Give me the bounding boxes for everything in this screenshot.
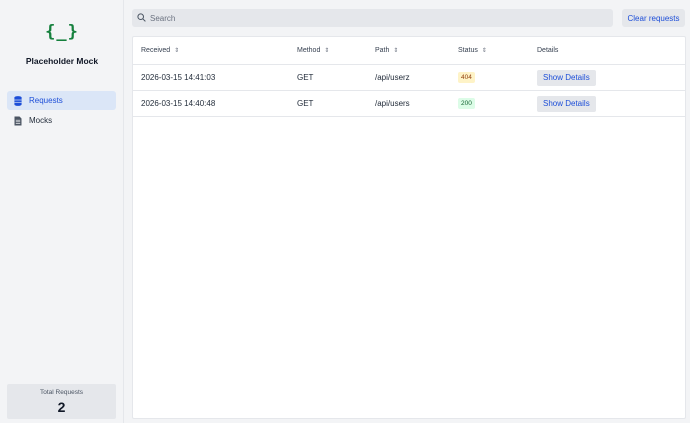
- document-icon: [13, 115, 23, 126]
- sidebar: {_} Placeholder Mock Requests Mocks Tota…: [0, 0, 124, 423]
- table-header: Received ⇕ Method ⇕ Path ⇕ Status ⇕ Deta…: [133, 37, 685, 65]
- sort-icon: ⇕: [324, 48, 330, 54]
- search-input[interactable]: [150, 13, 590, 23]
- details-cell: Show Details: [537, 91, 596, 116]
- path-cell: /api/users: [375, 99, 410, 108]
- received-cell: 2026-03-15 14:40:48: [141, 99, 216, 108]
- app-title: Placeholder Mock: [25, 56, 99, 66]
- method-cell: GET: [297, 99, 314, 108]
- show-details-button[interactable]: Show Details: [537, 95, 596, 112]
- column-header-details: Details: [537, 37, 558, 64]
- requests-table: Received ⇕ Method ⇕ Path ⇕ Status ⇕ Deta…: [132, 36, 686, 419]
- table-row: 2026-03-15 14:40:48 GET /api/users 200 S…: [133, 91, 685, 117]
- show-details-button[interactable]: Show Details: [537, 69, 596, 86]
- app-logo: {_}: [45, 22, 79, 42]
- path-cell: /api/userz: [375, 73, 410, 82]
- sidebar-item-label: Requests: [29, 96, 63, 105]
- search-icon: [137, 12, 146, 24]
- method-cell: GET: [297, 73, 314, 82]
- column-header-label: Method: [297, 47, 321, 54]
- received-cell: 2026-03-15 14:41:03: [141, 73, 216, 82]
- total-requests-label: Total Requests: [40, 389, 83, 396]
- sort-icon: ⇕: [481, 48, 487, 54]
- status-badge: 404: [458, 72, 475, 83]
- sort-icon: ⇕: [393, 48, 399, 54]
- status-cell: 200: [458, 91, 475, 116]
- column-header-label: Status: [458, 47, 478, 54]
- column-header-label: Received: [141, 47, 171, 54]
- details-cell: Show Details: [537, 65, 596, 90]
- status-badge: 200: [458, 98, 475, 109]
- column-header-label: Path: [375, 47, 390, 54]
- column-header-path[interactable]: Path ⇕: [375, 37, 398, 64]
- column-header-label: Details: [537, 47, 559, 54]
- sidebar-item-label: Mocks: [29, 116, 53, 125]
- status-cell: 404: [458, 65, 475, 90]
- database-icon: [13, 95, 23, 106]
- column-header-received[interactable]: Received ⇕: [141, 37, 179, 64]
- search-bar: [132, 9, 613, 27]
- sidebar-item-requests[interactable]: Requests: [7, 91, 116, 110]
- table-row: 2026-03-15 14:41:03 GET /api/userz 404 S…: [133, 65, 685, 91]
- sort-icon: ⇕: [174, 48, 180, 54]
- column-header-status[interactable]: Status ⇕: [458, 37, 487, 64]
- sidebar-item-mocks[interactable]: Mocks: [7, 111, 116, 130]
- total-requests-card: Total Requests 2: [7, 384, 116, 419]
- clear-requests-button[interactable]: Clear requests: [622, 9, 685, 27]
- total-requests-value: 2: [57, 399, 66, 415]
- column-header-method[interactable]: Method ⇕: [297, 37, 329, 64]
